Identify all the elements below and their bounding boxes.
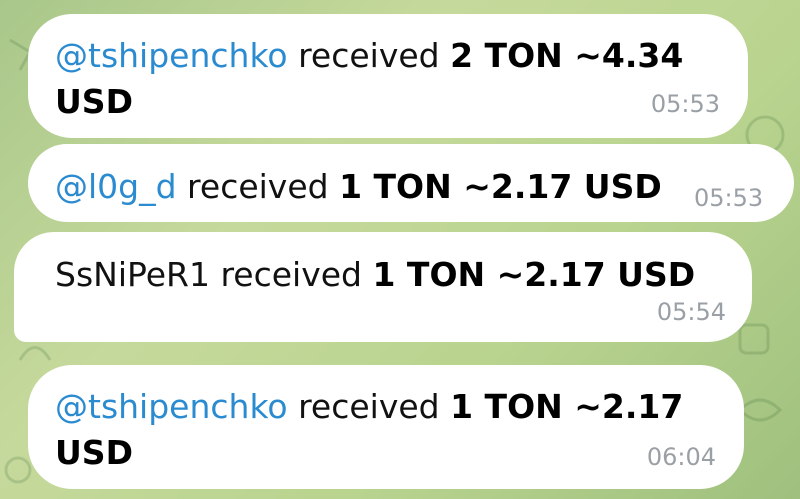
message-text: @tshipenchko received 2 TON ~4.34 (55, 36, 683, 76)
message-bubble[interactable]: @tshipenchko received 2 TON ~4.34 USD 05… (28, 14, 748, 138)
message-text: @l0g_d received 1 TON ~2.17 USD (55, 167, 662, 207)
message-time: 05:53 (694, 184, 764, 212)
message-text: @tshipenchko received 1 TON ~2.17 (55, 387, 683, 427)
message-bubble[interactable]: @l0g_d received 1 TON ~2.17 USD 05:53 (28, 144, 794, 222)
message-time: 05:53 (650, 90, 720, 118)
username-link[interactable]: @tshipenchko (55, 36, 288, 75)
sender-name: SsNiPeR1 (55, 255, 210, 294)
message-bubble[interactable]: SsNiPeR1 received 1 TON ~2.17 USD 05:54 (14, 232, 752, 342)
message-verb: received (287, 387, 451, 426)
chat-area: @tshipenchko received 2 TON ~4.34 USD 05… (0, 0, 800, 499)
message-verb: received (209, 255, 373, 294)
transfer-amount: 1 TON ~2.17 (450, 387, 684, 426)
message-time: 05:54 (656, 298, 726, 326)
username-link[interactable]: @tshipenchko (55, 387, 288, 426)
message-verb: received (176, 167, 340, 206)
message-time: 06:04 (646, 443, 716, 471)
transfer-amount: 1 TON ~2.17 USD (339, 167, 662, 206)
transfer-amount-continued: USD (55, 433, 133, 472)
username-link[interactable]: @l0g_d (55, 167, 177, 206)
transfer-amount: 1 TON ~2.17 USD (372, 255, 696, 294)
transfer-amount-continued: USD (55, 82, 133, 121)
message-text: SsNiPeR1 received 1 TON ~2.17 USD (55, 255, 695, 295)
transfer-amount: 2 TON ~4.34 (450, 36, 684, 75)
message-verb: received (287, 36, 451, 75)
message-bubble[interactable]: @tshipenchko received 1 TON ~2.17 USD 06… (28, 365, 744, 489)
